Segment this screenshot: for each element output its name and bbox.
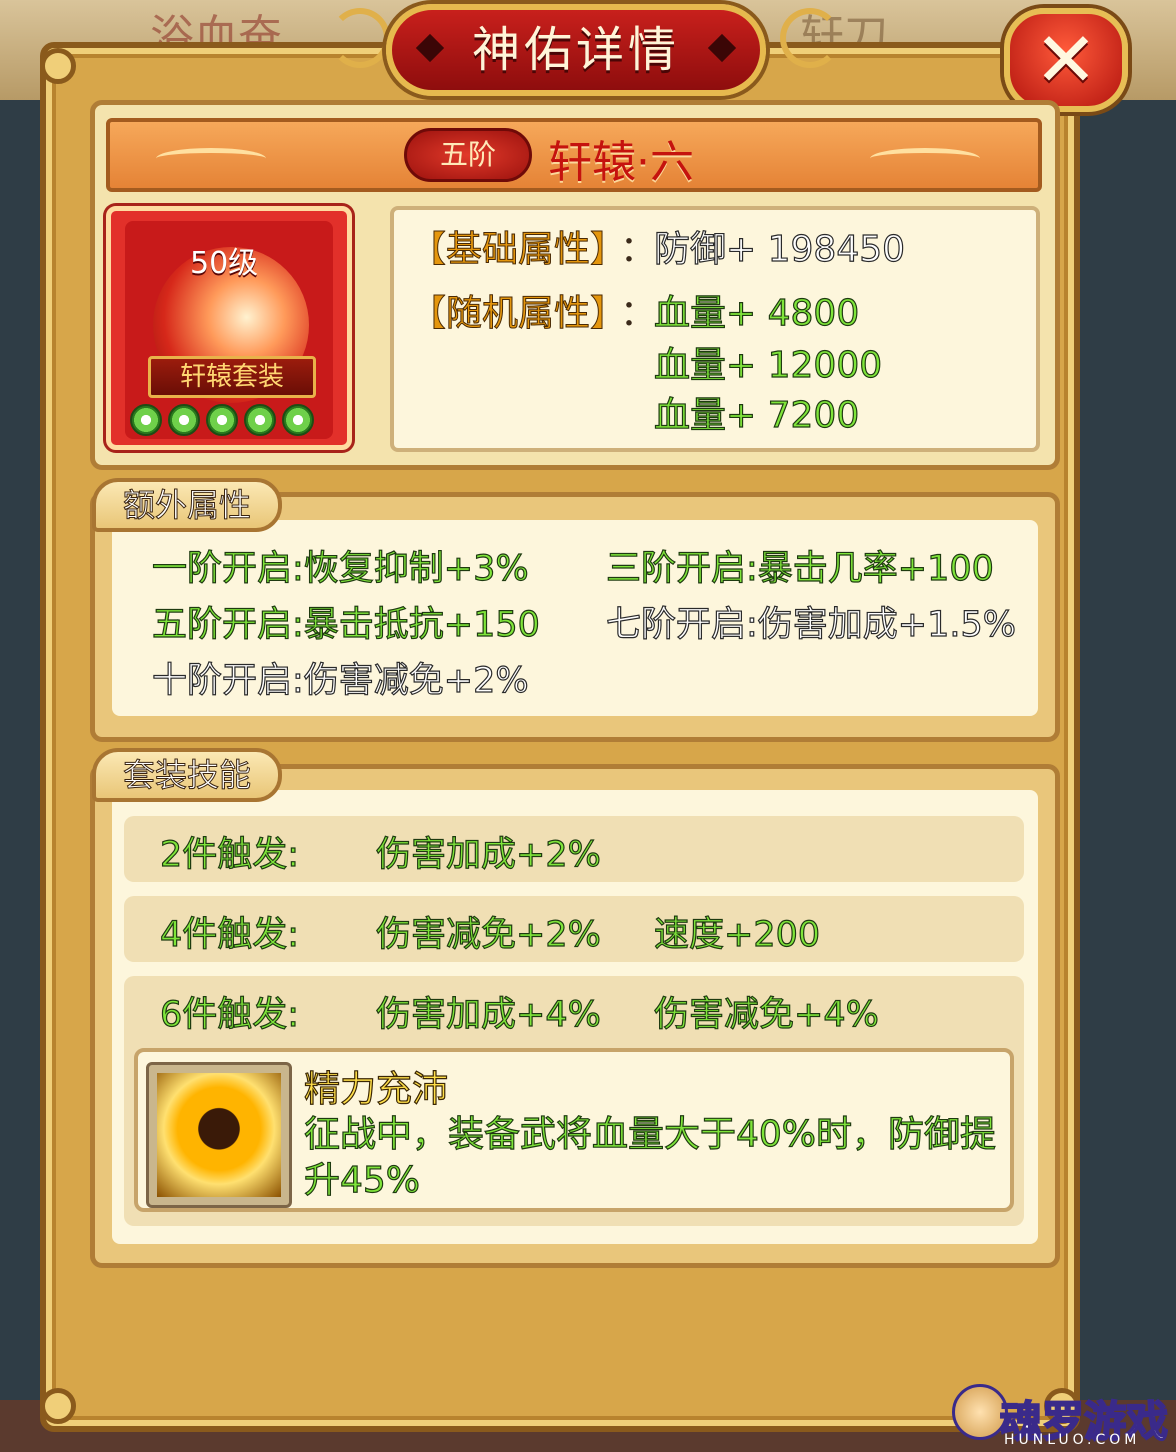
bonus-item: 三阶开启:暴击几率+100 xyxy=(605,548,994,589)
title-scroll-ornament-left xyxy=(330,8,390,68)
gem-slot-icon xyxy=(130,404,162,436)
item-level: 50级 xyxy=(190,246,259,281)
frame-corner-ornament xyxy=(40,48,76,84)
base-attribute-label: 【基础属性】 xyxy=(409,229,627,271)
cloud-ornament-icon xyxy=(156,148,266,169)
random-attribute-value: 血量+ 12000 xyxy=(653,344,883,386)
set-trigger: 4件触发: xyxy=(159,914,300,955)
set-effect: 伤害减免+2% xyxy=(375,914,601,955)
bonus-item: 五阶开启:暴击抵抗+150 xyxy=(151,604,540,645)
random-attribute-colon: ： xyxy=(620,293,657,334)
bonus-item: 七阶开启:伤害加成+1.5% xyxy=(605,604,1017,645)
title-scroll-ornament-right xyxy=(780,8,840,68)
title-plaque: 神佑详情 xyxy=(386,4,766,96)
set-effect: 伤害减免+4% xyxy=(653,994,879,1035)
dialog-title: 神佑详情 xyxy=(471,22,680,78)
base-attribute-colon: ： xyxy=(620,229,657,270)
bonus-item: 一阶开启:恢复抑制+3% xyxy=(151,548,529,589)
set-trigger: 2件触发: xyxy=(159,834,300,875)
skill-description: 征战中，装备武将血量大于40%时，防御提升45% xyxy=(303,1113,997,1201)
watermark-url: HUNLUO.COM xyxy=(1004,1432,1141,1448)
frame-corner-ornament xyxy=(40,1388,76,1424)
set-trigger: 6件触发: xyxy=(159,994,300,1035)
gem-slot-icon xyxy=(282,404,314,436)
set-effect: 伤害加成+4% xyxy=(375,994,601,1035)
close-icon: ✕ xyxy=(1034,15,1098,104)
gem-slot-icon xyxy=(244,404,276,436)
set-effect: 伤害加成+2% xyxy=(375,834,601,875)
set-skills-tab: 套装技能 xyxy=(92,748,282,802)
skill-icon-frame[interactable] xyxy=(146,1062,292,1208)
random-attribute-label: 【随机属性】 xyxy=(409,293,627,335)
item-name: 轩辕·六 xyxy=(548,137,694,188)
flame-warrior-icon xyxy=(157,1073,281,1197)
set-effect: 速度+200 xyxy=(653,914,821,955)
random-attribute-value: 血量+ 7200 xyxy=(653,394,860,436)
tier-badge: 五阶 xyxy=(404,128,532,182)
skill-name: 精力充沛 xyxy=(303,1068,449,1110)
cloud-ornament-icon xyxy=(870,148,980,169)
extra-attributes-tab: 额外属性 xyxy=(92,478,282,532)
gem-slot-icon xyxy=(168,404,200,436)
random-attribute-value: 血量+ 4800 xyxy=(653,292,860,334)
gem-slots xyxy=(130,404,330,440)
base-attribute-value: 防御+ 198450 xyxy=(653,228,906,270)
close-button[interactable]: ✕ xyxy=(1004,8,1128,112)
bonus-item: 十阶开启:伤害减免+2% xyxy=(151,660,529,701)
set-name-banner: 轩辕套装 xyxy=(148,356,316,398)
gem-slot-icon xyxy=(206,404,238,436)
